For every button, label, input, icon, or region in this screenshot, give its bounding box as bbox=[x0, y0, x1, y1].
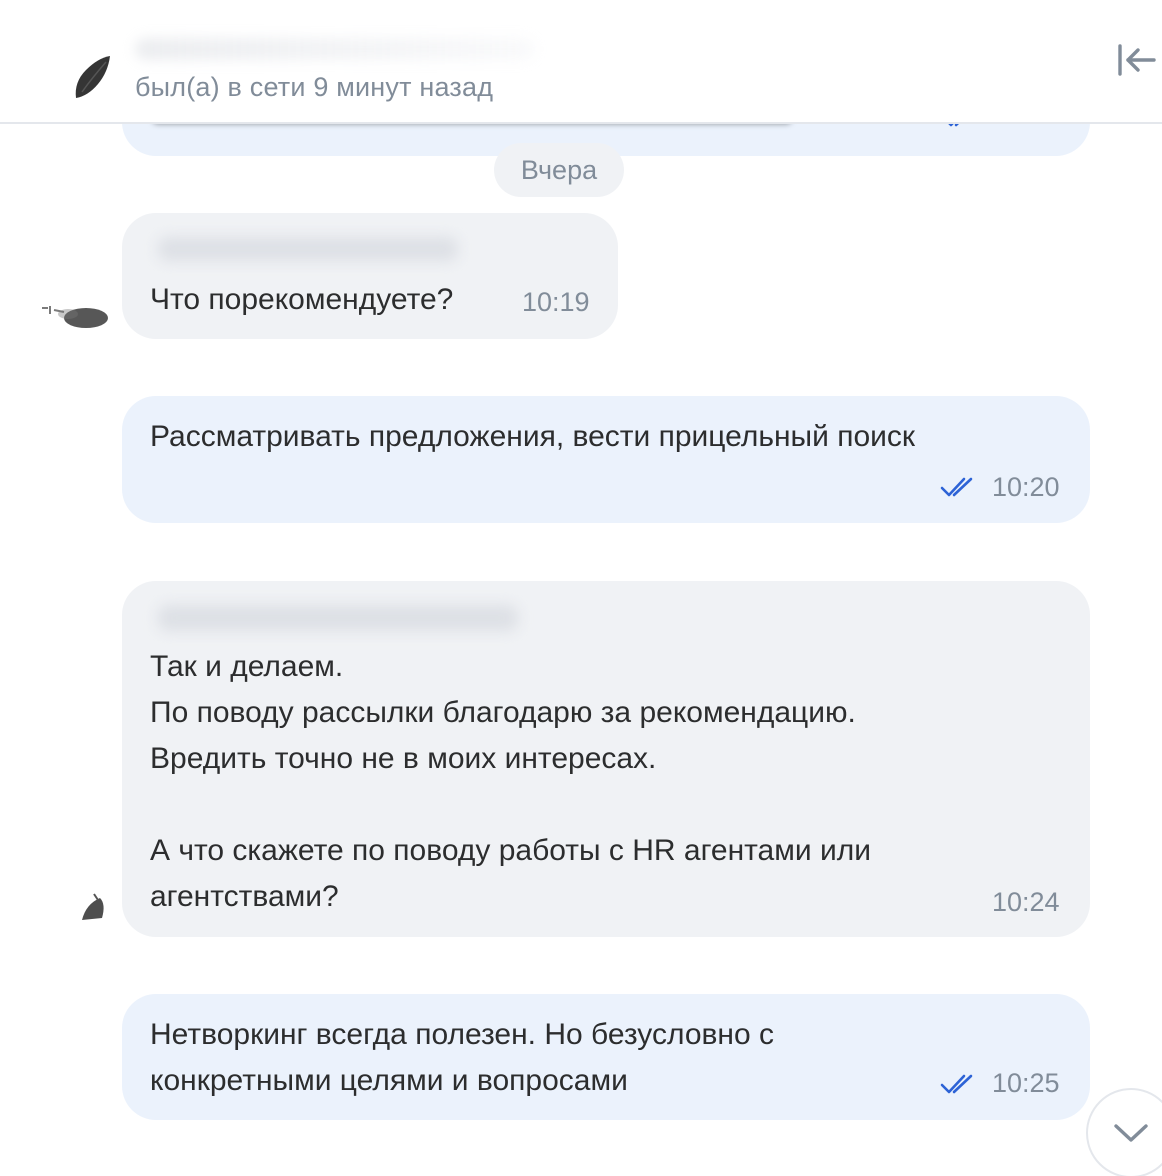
sender-name bbox=[158, 605, 518, 631]
message-bubble[interactable]: Нетворкинг всегда полезен. Но безусловно… bbox=[122, 994, 1090, 1120]
double-check-icon bbox=[940, 1074, 973, 1094]
chat-header: был(а) в сети 9 минут назад bbox=[0, 0, 1162, 124]
avatar[interactable] bbox=[70, 52, 114, 102]
collapse-left-icon[interactable] bbox=[1110, 40, 1158, 80]
message-text: Рассматривать предложения, вести прицель… bbox=[150, 420, 916, 453]
message-time: 10:25 bbox=[992, 1068, 1060, 1098]
message-text-line: агентствами? bbox=[150, 880, 339, 913]
double-check-icon bbox=[940, 477, 973, 497]
scroll-down-button[interactable] bbox=[1086, 1088, 1162, 1176]
message-text: Что порекомендуете? bbox=[150, 283, 454, 316]
message-text-line: Нетворкинг всегда полезен. Но безусловно… bbox=[150, 1018, 775, 1051]
message-text-line: Так и делаем. bbox=[150, 650, 344, 683]
contact-name[interactable] bbox=[135, 38, 535, 60]
sender-name bbox=[158, 237, 458, 261]
avatar bbox=[82, 893, 104, 920]
message-time: 10:24 bbox=[992, 887, 1060, 917]
message-bubble[interactable]: Что порекомендуете? 10:19 bbox=[122, 213, 618, 339]
message-text-line: А что скажете по поводу работы с HR аген… bbox=[150, 834, 871, 867]
chevron-down-icon bbox=[1114, 1124, 1148, 1142]
message-text-line: Вредить точно не в моих интересах. bbox=[150, 742, 657, 775]
message-bubble[interactable]: Так и делаем. По поводу рассылки благода… bbox=[122, 581, 1090, 937]
message-bubble[interactable]: Рассматривать предложения, вести прицель… bbox=[122, 396, 1090, 523]
chat-area: Вчера Что порекомендуете? 10:19 Рассматр… bbox=[0, 0, 1162, 1176]
message-text-line: По поводу рассылки благодарю за рекоменд… bbox=[150, 696, 856, 729]
avatar bbox=[42, 306, 108, 328]
message-time: 10:20 bbox=[992, 472, 1060, 502]
date-separator: Вчера bbox=[494, 143, 624, 197]
message-time: 10:19 bbox=[522, 287, 590, 317]
last-seen-status: был(а) в сети 9 минут назад bbox=[135, 72, 494, 102]
message-text-line: конкретными целями и вопросами bbox=[150, 1064, 628, 1097]
